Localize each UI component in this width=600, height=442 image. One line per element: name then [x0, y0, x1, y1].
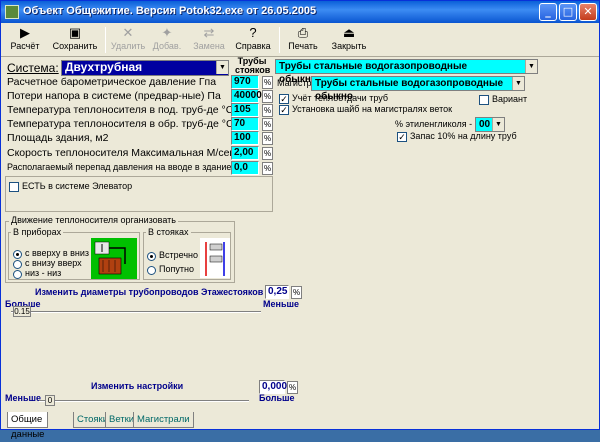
toolbar-save-button[interactable]: ▣ Сохранить — [51, 25, 99, 55]
param-label-return-temp: Температура теплоносителя в обр. труб-де… — [7, 118, 234, 130]
radio-bottom-bottom-label: низ - низ — [25, 268, 62, 278]
param-input-area[interactable]: 100 — [231, 131, 259, 145]
param-label-pressure-drop: Располагаемый перепад давления на вводе … — [7, 162, 251, 172]
percent-icon[interactable]: % — [262, 90, 273, 103]
run-icon: ▶ — [20, 25, 30, 40]
variant-checkbox[interactable] — [479, 95, 489, 105]
variant-label: Вариант — [492, 94, 528, 104]
param-label-head-loss: Потери напора в системе (предвар-ные) Па — [7, 90, 221, 102]
radio-bottom-up-label: с внизу вверх — [25, 258, 82, 268]
diameters-less-label: Меньше — [263, 299, 299, 309]
toolbar-add-button[interactable]: ✦ Добав. — [149, 25, 185, 55]
print-icon: ⎙ — [297, 25, 309, 40]
app-icon — [5, 5, 19, 19]
percent-icon[interactable]: % — [262, 147, 273, 160]
diameters-slider-track[interactable] — [11, 311, 261, 313]
help-icon: ? — [249, 25, 257, 40]
elevator-checkbox[interactable] — [9, 182, 19, 192]
washers-label: Установка шайб на магистралях веток — [292, 104, 453, 114]
main-pipes-select[interactable]: Трубы стальные водогазопроводные обыкно ▼ — [311, 76, 525, 102]
percent-icon[interactable]: % — [262, 132, 273, 145]
replace-icon: ⇄ — [203, 25, 215, 40]
delete-icon: ✕ — [122, 25, 134, 40]
add-icon: ✦ — [161, 25, 173, 40]
settings-less-label: Меньше — [5, 393, 41, 403]
param-label-supply-temp: Температура теплоносителя в под. труб-де… — [7, 104, 234, 116]
diameters-value[interactable]: 0,25 — [265, 285, 289, 299]
settings-slider-thumb[interactable]: 0 — [45, 395, 55, 406]
radio-bottom-up[interactable] — [13, 260, 22, 269]
chevron-down-icon[interactable]: ▼ — [216, 61, 228, 74]
reserve-label: Запас 10% на длину труб — [410, 131, 517, 141]
diameters-label: Изменить диаметры трубопроводов Этажесто… — [35, 287, 264, 297]
heat-transfer-checkbox[interactable]: ✓ — [279, 94, 289, 104]
settings-more-label: Больше — [259, 393, 295, 403]
risers-title: В стояках — [146, 227, 191, 237]
radio-bottom-bottom[interactable] — [13, 270, 22, 279]
glycol-select[interactable]: 00 ▼ — [475, 117, 505, 132]
param-input-return-temp[interactable]: 70 — [231, 117, 259, 131]
minimize-button[interactable]: _ — [539, 3, 557, 21]
percent-icon[interactable]: % — [262, 162, 273, 175]
toolbar-run-button[interactable]: ▶ Расчёт — [7, 25, 43, 55]
flow-direction-title: Движение теплоносителя организовать — [9, 215, 178, 225]
glycol-label: % этиленгликоля - — [395, 119, 473, 129]
devices-title: В приборах — [11, 227, 64, 237]
radio-parallel-flow-label: Попутно — [159, 264, 194, 274]
toolbar-print-button[interactable]: ⎙ Печать — [285, 25, 321, 55]
radio-top-down-label: с вверху в вниз — [25, 248, 90, 258]
percent-icon[interactable]: % — [262, 118, 273, 131]
param-label-area: Площадь здания, м2 — [7, 132, 109, 144]
devices-diagram-icon — [91, 238, 137, 279]
param-input-supply-temp[interactable]: 105 — [231, 103, 259, 117]
reserve-checkbox[interactable]: ✓ — [397, 132, 407, 142]
param-input-pressure-drop[interactable]: 0,0 — [231, 161, 259, 175]
chevron-down-icon[interactable]: ▼ — [492, 118, 504, 131]
riser-pipes-select[interactable]: Трубы стальные водогазопроводные обыкнов… — [275, 59, 538, 85]
radio-top-down[interactable] — [13, 250, 22, 259]
param-label-velocity: Скорость теплоносителя Максимальная М/се… — [7, 147, 235, 159]
radio-counter-flow-label: Встречно — [159, 250, 199, 260]
radio-parallel-flow[interactable] — [147, 266, 156, 275]
tab-mains[interactable]: Магистрали — [133, 412, 194, 428]
chevron-down-icon[interactable]: ▼ — [525, 60, 537, 73]
param-label-pressure: Расчетное барометрическое давление Гпа — [7, 76, 217, 88]
toolbar-close-button[interactable]: ⏏ Закрыть — [329, 25, 369, 55]
close-window-button[interactable]: ✕ — [579, 3, 597, 21]
window-title: Объект Общежитие. Версия Potok32.exe от … — [23, 5, 317, 17]
system-label: Система: — [7, 61, 59, 75]
risers-diagram-icon — [200, 238, 230, 278]
diameters-slider-thumb[interactable]: 0.15 — [13, 306, 31, 317]
settings-label: Изменить настройки — [91, 381, 184, 391]
percent-icon[interactable]: % — [291, 286, 302, 299]
maximize-button[interactable]: □ — [559, 3, 577, 21]
param-input-velocity[interactable]: 2,00 — [231, 146, 259, 160]
radio-counter-flow[interactable] — [147, 252, 156, 261]
elevator-label: ЕСТЬ в системе Элеватор — [22, 181, 133, 191]
percent-icon[interactable]: % — [262, 104, 273, 117]
param-input-head-loss[interactable]: 40000 — [231, 89, 262, 103]
percent-icon[interactable]: % — [262, 76, 273, 89]
toolbar-delete-button[interactable]: ✕ Удалить — [109, 25, 147, 55]
system-select[interactable]: Двухтрубная ▼ — [61, 60, 229, 76]
settings-value[interactable]: 0,000 — [259, 380, 287, 394]
app-window: Объект Общежитие. Версия Potok32.exe от … — [0, 0, 600, 440]
toolbar-help-button[interactable]: ? Справка — [233, 25, 273, 55]
settings-slider-track[interactable] — [39, 400, 249, 402]
washers-checkbox[interactable]: ✓ — [279, 105, 289, 115]
heat-transfer-label: Учёт теплоотдачи труб — [292, 93, 388, 103]
param-input-pressure[interactable]: 970 — [231, 75, 259, 89]
toolbar-replace-button[interactable]: ⇄ Замена — [191, 25, 227, 55]
riser-pipes-label: Трубы стояков — [235, 56, 271, 75]
chevron-down-icon[interactable]: ▼ — [512, 77, 524, 90]
close-door-icon: ⏏ — [342, 25, 356, 40]
main-pipes-label: Магистр — [277, 78, 312, 88]
title-bar[interactable]: Объект Общежитие. Версия Potok32.exe от … — [1, 1, 599, 23]
tab-general[interactable]: Общие данные — [7, 412, 49, 440]
save-icon: ▣ — [68, 25, 82, 40]
toolbar: ▶ Расчёт ▣ Сохранить ✕ Удалить ✦ Добав. ⇄ Зам… — [1, 23, 599, 57]
